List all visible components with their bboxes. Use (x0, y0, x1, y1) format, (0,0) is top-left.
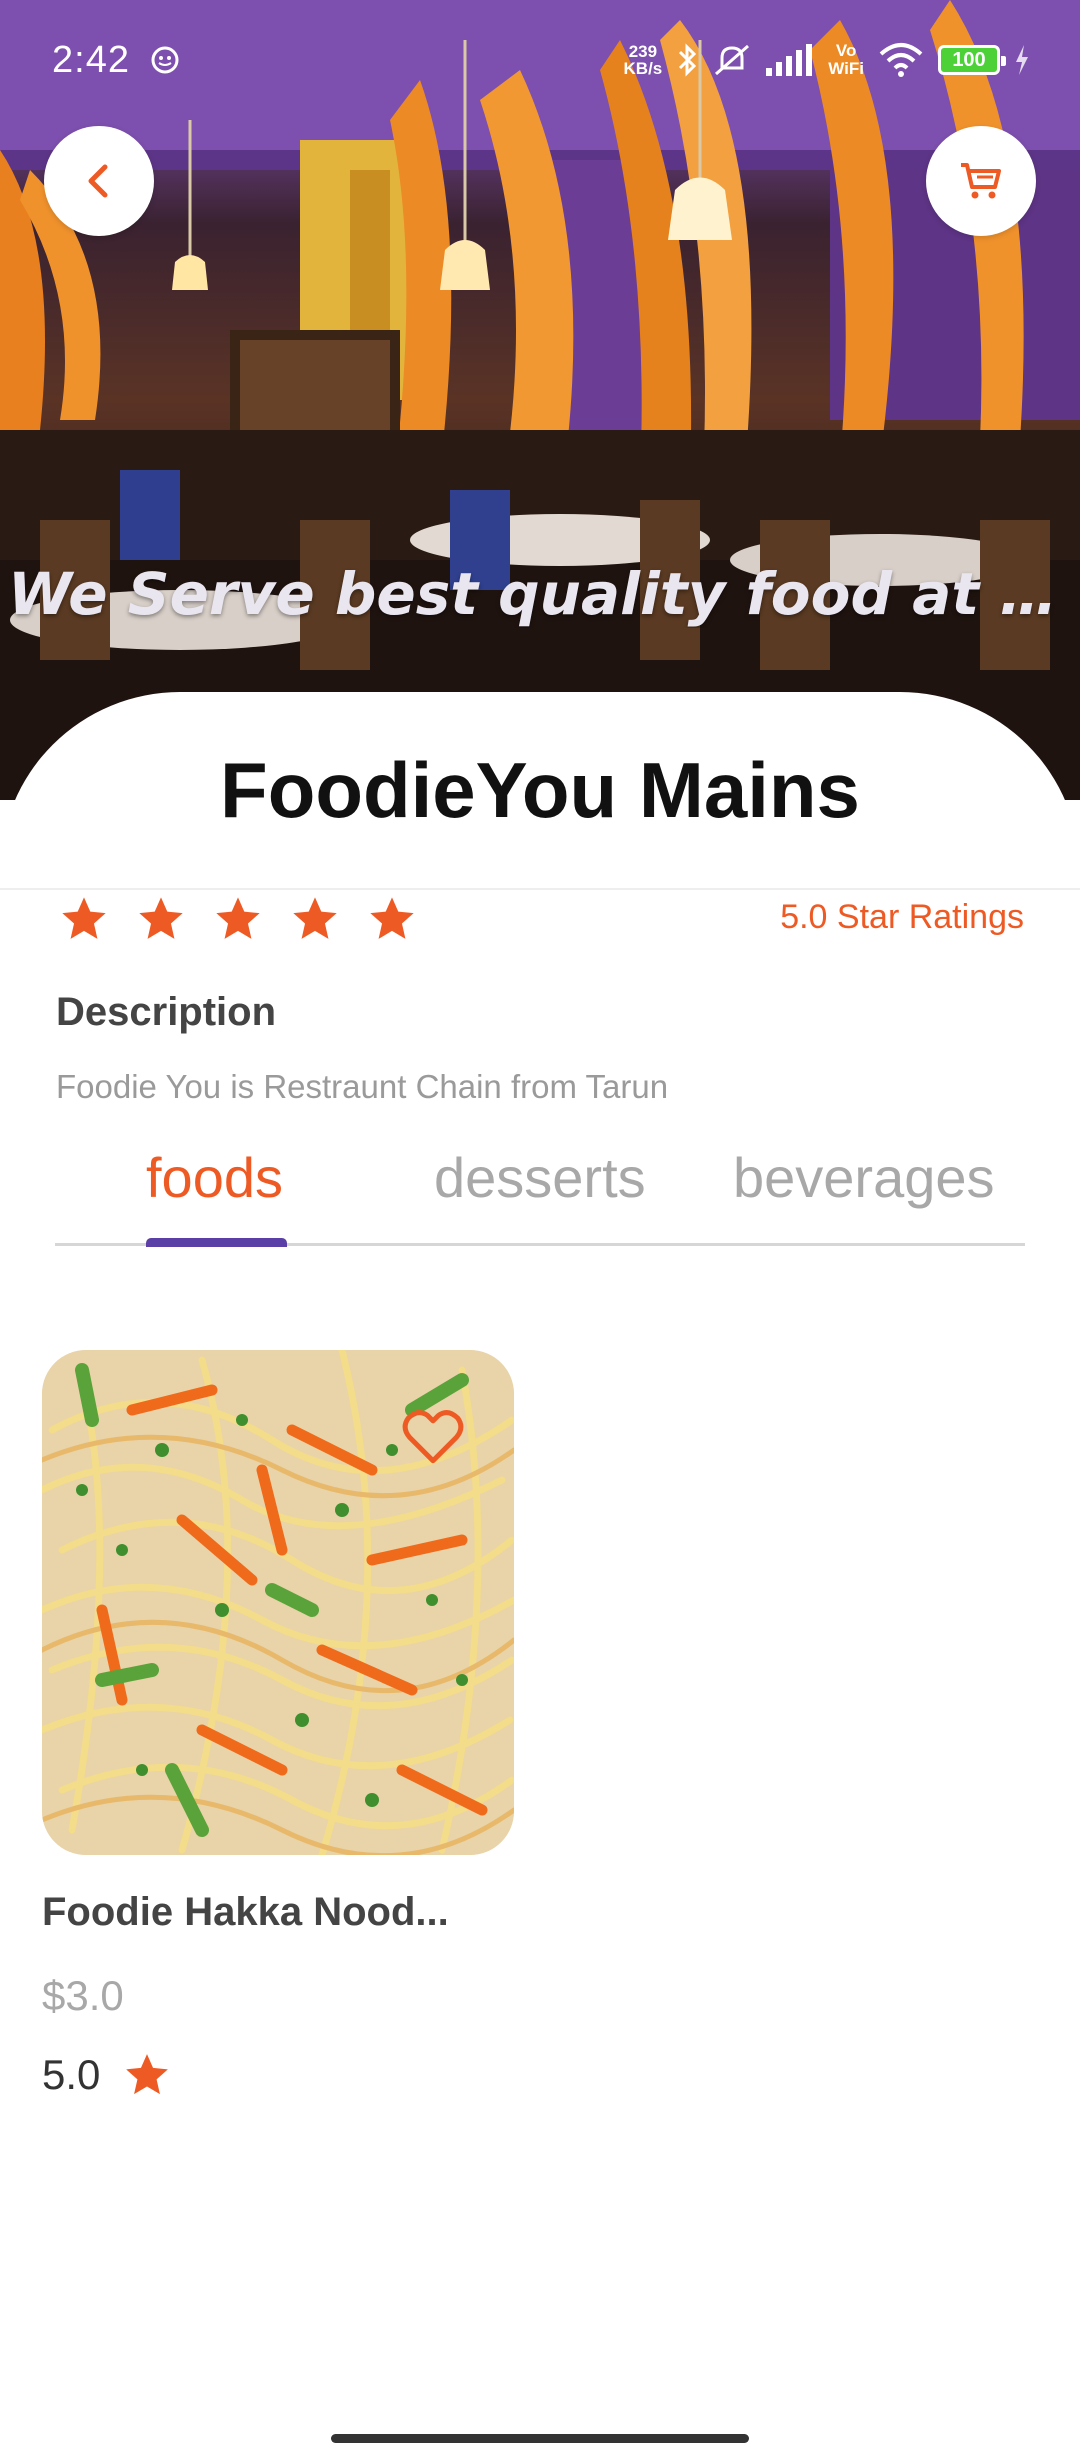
description-label: Description (56, 990, 277, 1034)
star-icon (293, 897, 337, 939)
hero-tagline: We Serve best quality food at m... (8, 560, 1068, 628)
network-speed: 239 KB/s (624, 43, 663, 77)
back-button[interactable] (44, 126, 154, 236)
rating-text: 5.0 Star Ratings (780, 898, 1024, 936)
restaurant-interior-illustration (0, 0, 1080, 800)
cart-icon (961, 163, 1001, 199)
restaurant-detail-screen: 2:42 239 KB/s Vo WiFi 100 We Serve best … (0, 0, 1080, 2460)
star-icon (139, 897, 183, 939)
food-price: $3.0 (42, 1972, 124, 2019)
title-divider (0, 888, 1080, 890)
star-icon (216, 897, 260, 939)
food-image (42, 1350, 514, 1855)
battery-indicator: 100 (938, 45, 1006, 75)
vowifi-bottom: WiFi (828, 59, 864, 78)
star-icon (62, 897, 106, 939)
heart-outline-icon[interactable] (400, 1403, 466, 1469)
food-name: Foodie Hakka Nood... (42, 1890, 449, 1934)
charging-icon (1016, 45, 1028, 75)
rating-stars (58, 893, 418, 945)
tab-desserts[interactable]: desserts (434, 1145, 646, 1210)
mute-bell-icon (715, 44, 750, 76)
network-speed-unit: KB/s (623, 59, 663, 78)
food-card[interactable]: Foodie Hakka Nood... $3.0 5.0 (42, 1350, 514, 2130)
restaurant-name: FoodieYou Mains (220, 746, 860, 834)
status-time: 2:42 (52, 38, 130, 81)
star-icon (126, 2054, 169, 2095)
cart-button[interactable] (926, 126, 1036, 236)
vowifi-top: Vo (835, 41, 857, 60)
food-rating: 5.0 (42, 2051, 101, 2098)
home-indicator[interactable] (331, 2434, 749, 2443)
vowifi-indicator: Vo WiFi (828, 42, 864, 78)
category-tabs: foods desserts beverages (55, 1145, 1025, 1245)
network-speed-value: 239 (628, 42, 658, 61)
signal-icon (766, 44, 813, 76)
tab-foods[interactable]: foods (146, 1145, 283, 1210)
status-bar: 2:42 239 KB/s Vo WiFi 100 (0, 0, 1080, 120)
star-icon (370, 897, 414, 939)
restaurant-hero-image: 2:42 239 KB/s Vo WiFi 100 We Serve best … (0, 0, 1080, 800)
description-text: Foodie You is Restraunt Chain from Tarun (56, 1068, 669, 1105)
food-rating-row: 5.0 (42, 2050, 172, 2100)
wifi-icon (879, 43, 923, 77)
active-tab-indicator (146, 1238, 287, 1247)
chevron-left-icon (88, 164, 108, 198)
tab-beverages[interactable]: beverages (733, 1145, 995, 1210)
bluetooth-icon (679, 43, 697, 77)
notification-app-icon (151, 46, 179, 74)
